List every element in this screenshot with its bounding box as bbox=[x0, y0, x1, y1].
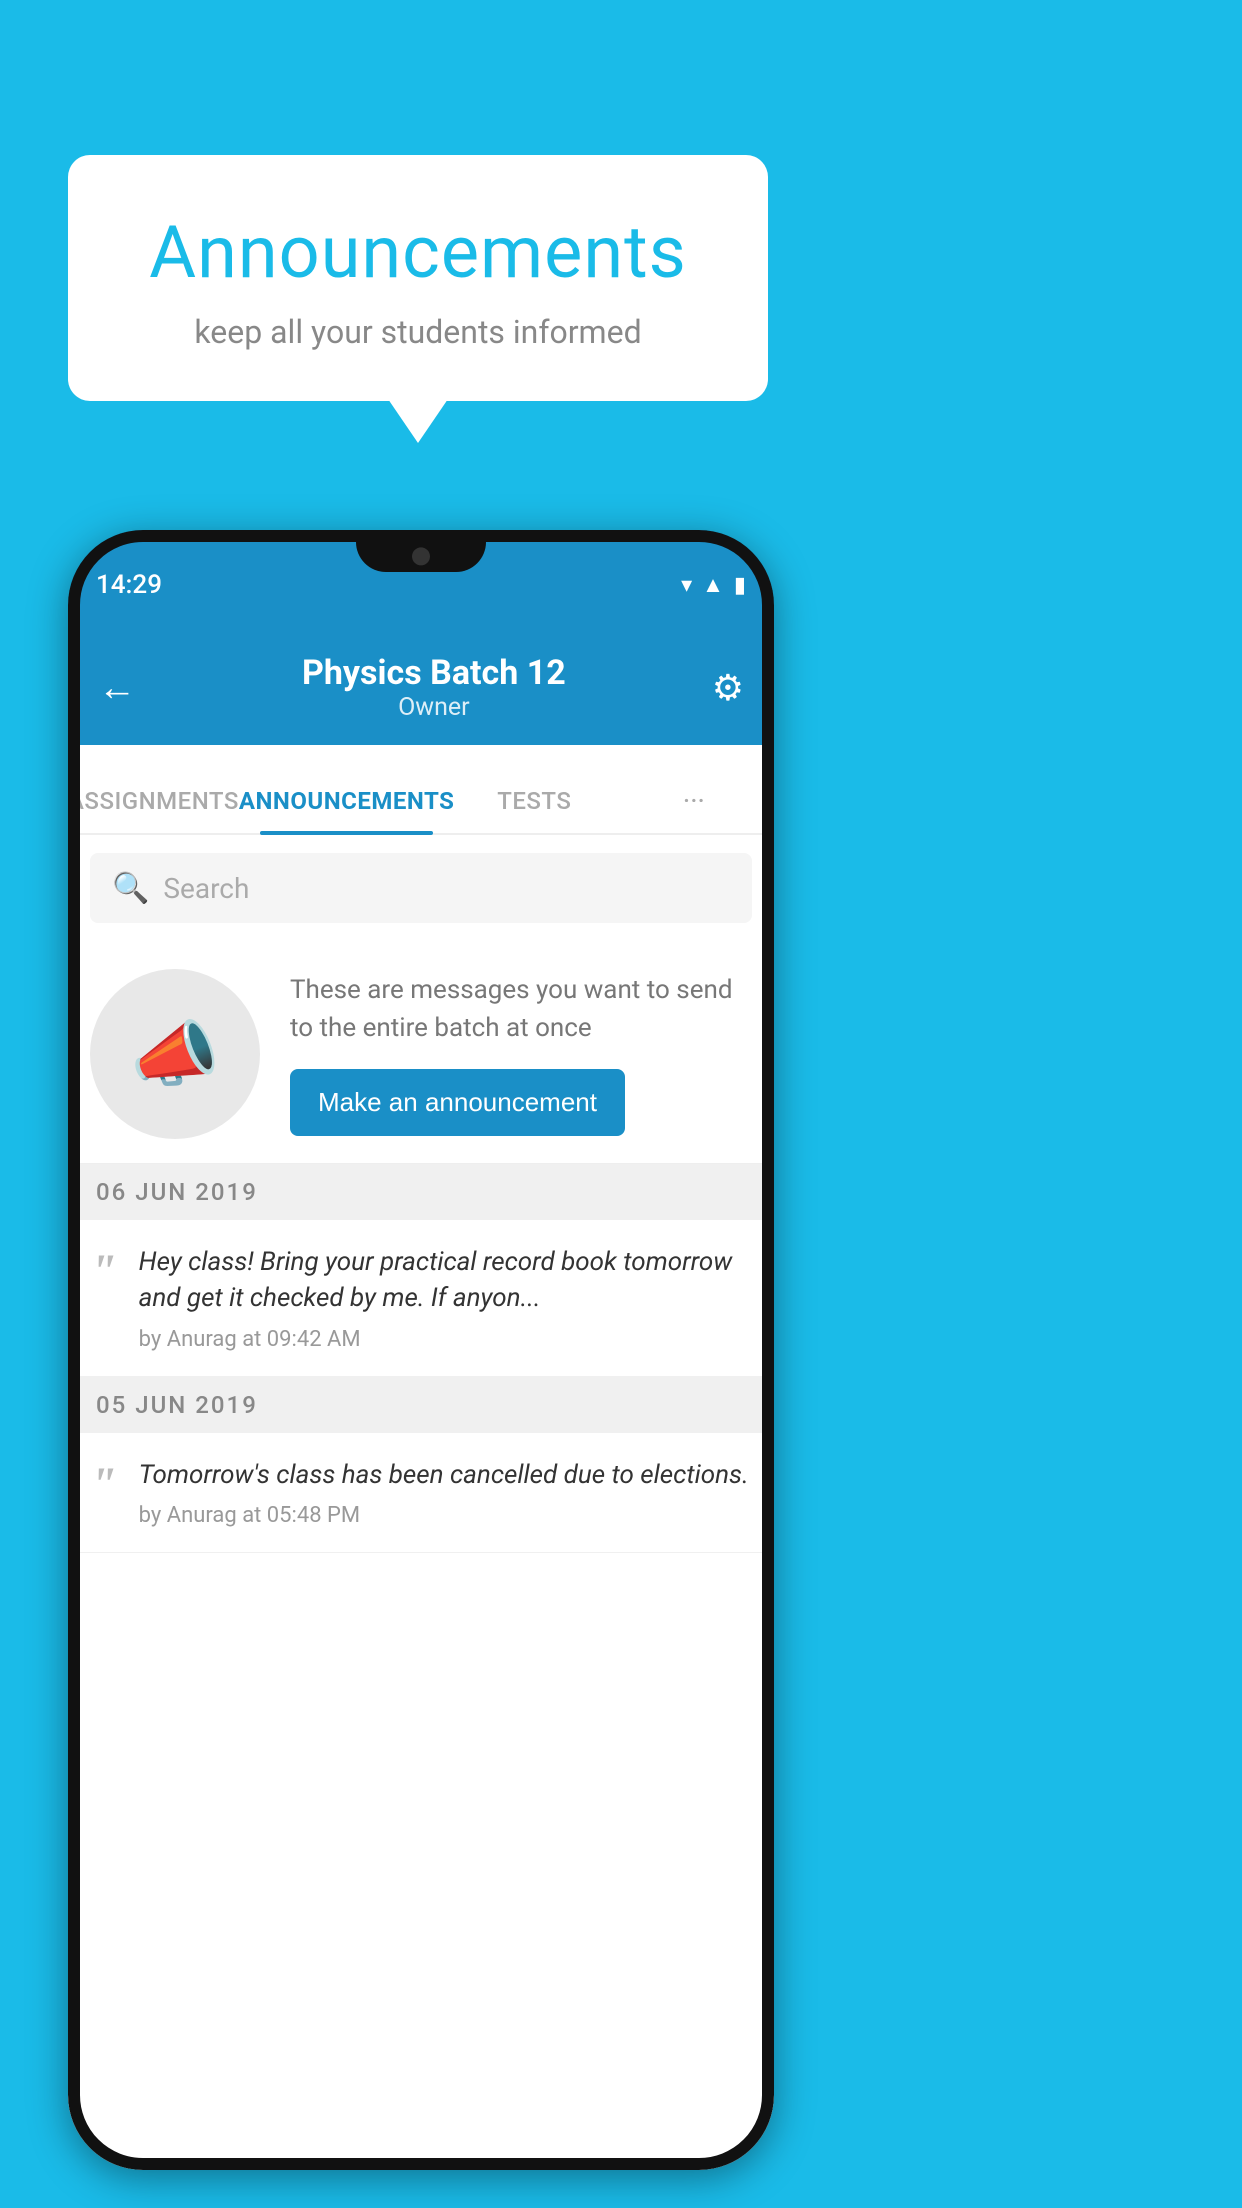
tab-tests[interactable]: TESTS bbox=[454, 787, 614, 833]
signal-icon: ▲ bbox=[702, 572, 724, 598]
announcement-item-2: " Tomorrow's class has been cancelled du… bbox=[68, 1433, 774, 1553]
side-button-left2 bbox=[68, 980, 70, 1100]
wifi-icon: ▾ bbox=[681, 573, 692, 598]
status-icons: ▾ ▲ ▮ bbox=[681, 572, 746, 598]
notch-camera bbox=[412, 547, 430, 565]
phone-device: 14:29 ▾ ▲ ▮ ← Physics Batch 12 Owner ⚙ A… bbox=[68, 530, 774, 2170]
search-bar-wrapper: 🔍 Search bbox=[68, 835, 774, 941]
phone-notch bbox=[356, 530, 486, 572]
phone-content: 🔍 Search 📣 These are messages you want t… bbox=[68, 835, 774, 2170]
announcement-message-2: Tomorrow's class has been cancelled due … bbox=[139, 1457, 752, 1493]
search-placeholder: Search bbox=[163, 872, 249, 905]
battery-icon: ▮ bbox=[734, 573, 746, 598]
megaphone-icon: 📣 bbox=[130, 1012, 220, 1097]
bubble-subtitle: keep all your students informed bbox=[128, 313, 708, 351]
cta-description: These are messages you want to send to t… bbox=[290, 972, 752, 1047]
app-bar-title-section: Physics Batch 12 Owner bbox=[156, 653, 712, 722]
back-button[interactable]: ← bbox=[98, 666, 136, 710]
date-divider-1: 06 JUN 2019 bbox=[68, 1164, 774, 1220]
date-divider-2: 05 JUN 2019 bbox=[68, 1377, 774, 1433]
announcement-item-1: " Hey class! Bring your practical record… bbox=[68, 1220, 774, 1377]
status-bar: 14:29 ▾ ▲ ▮ bbox=[68, 530, 774, 630]
side-button-right bbox=[772, 930, 774, 1090]
side-button-left bbox=[68, 880, 70, 950]
announcement-message-1: Hey class! Bring your practical record b… bbox=[139, 1244, 752, 1317]
gear-icon[interactable]: ⚙ bbox=[712, 667, 744, 709]
announcement-by-2: by Anurag at 05:48 PM bbox=[139, 1503, 752, 1528]
status-time: 14:29 bbox=[96, 570, 162, 600]
app-bar: ← Physics Batch 12 Owner ⚙ bbox=[68, 630, 774, 745]
quote-icon-1: " bbox=[90, 1248, 117, 1296]
bubble-title: Announcements bbox=[128, 210, 708, 295]
search-bar[interactable]: 🔍 Search bbox=[90, 853, 752, 923]
app-bar-subtitle: Owner bbox=[156, 693, 712, 722]
tab-assignments[interactable]: ASSIGNMENTS bbox=[68, 787, 239, 833]
announcement-cta-section: 📣 These are messages you want to send to… bbox=[68, 941, 774, 1164]
speech-bubble: Announcements keep all your students inf… bbox=[68, 155, 768, 401]
megaphone-circle: 📣 bbox=[90, 969, 260, 1139]
app-bar-title: Physics Batch 12 bbox=[156, 653, 712, 693]
cta-right: These are messages you want to send to t… bbox=[290, 972, 752, 1136]
search-icon: 🔍 bbox=[112, 871, 149, 906]
make-announcement-button[interactable]: Make an announcement bbox=[290, 1069, 625, 1136]
tabs-bar: ASSIGNMENTS ANNOUNCEMENTS TESTS ··· bbox=[68, 745, 774, 835]
quote-icon-2: " bbox=[90, 1461, 117, 1509]
tab-more[interactable]: ··· bbox=[614, 787, 774, 833]
announcement-text-1: Hey class! Bring your practical record b… bbox=[139, 1244, 752, 1352]
announcement-by-1: by Anurag at 09:42 AM bbox=[139, 1327, 752, 1352]
speech-bubble-section: Announcements keep all your students inf… bbox=[68, 155, 768, 401]
tab-announcements[interactable]: ANNOUNCEMENTS bbox=[239, 787, 455, 833]
announcement-text-2: Tomorrow's class has been cancelled due … bbox=[139, 1457, 752, 1528]
